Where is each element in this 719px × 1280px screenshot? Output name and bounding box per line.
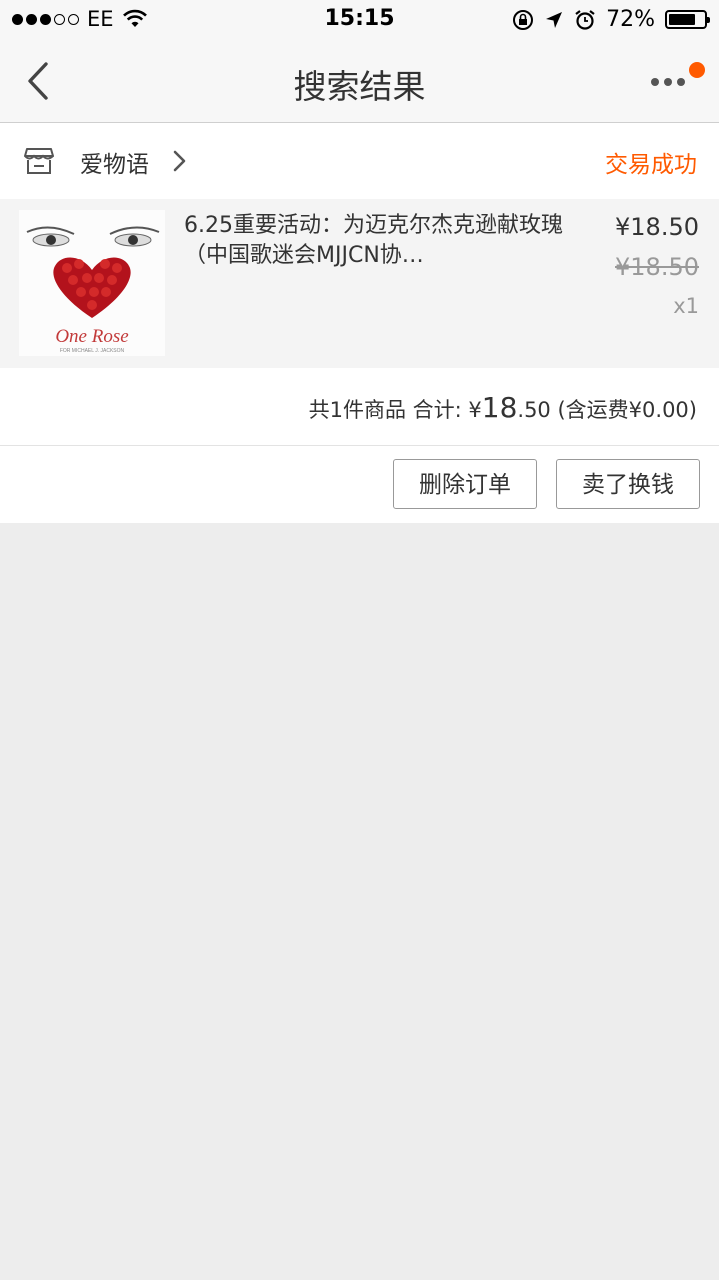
product-price: ¥18.50 [615, 213, 699, 241]
sell-for-cash-button[interactable]: 卖了换钱 [556, 459, 700, 509]
status-right: 72% [512, 7, 710, 32]
order-status: 交易成功 [605, 152, 697, 178]
item-count-text: 共1件商品 合计: ¥ [308, 398, 482, 422]
battery-percent: 72% [606, 7, 655, 32]
product-title: 6.25重要活动：为迈克尔杰克逊献玫瑰 （中国歌迷会MJJCN协… [184, 213, 563, 268]
order-summary: 共1件商品 合计: ¥18.50 (含运费¥0.00) [0, 368, 719, 446]
page-title: 搜索结果 [293, 67, 426, 106]
more-button[interactable] [651, 62, 705, 102]
status-bar: EE 15:15 72% [0, 0, 719, 40]
chevron-right-icon [173, 150, 186, 172]
order-card: 爱物语 交易成功 One Rose FOR MICHAEL J. JACKSON… [0, 123, 719, 523]
battery-icon [665, 10, 710, 29]
order-item[interactable]: One Rose FOR MICHAEL J. JACKSON 6.25重要活动… [0, 199, 719, 368]
lock-rotation-icon [513, 9, 534, 30]
delete-order-button[interactable]: 删除订单 [393, 459, 537, 509]
total-minor: .50 [517, 398, 551, 422]
navigation-bar: 搜索结果 [0, 40, 719, 123]
product-quantity: x1 [673, 294, 699, 318]
product-thumbnail: One Rose FOR MICHAEL J. JACKSON [19, 210, 165, 356]
alarm-icon [575, 9, 595, 30]
order-actions: 删除订单 卖了换钱 [0, 446, 719, 523]
product-original-price: ¥18.50 [615, 253, 699, 281]
thumbnail-caption: One Rose [55, 326, 128, 347]
shop-name: 爱物语 [80, 152, 149, 178]
shop-row[interactable]: 爱物语 交易成功 [0, 123, 719, 199]
notification-badge [689, 62, 705, 78]
shipping-text: (含运费¥0.00) [557, 398, 697, 422]
thumbnail-subcaption: FOR MICHAEL J. JACKSON [60, 348, 125, 354]
total-major: 18 [481, 391, 518, 424]
location-icon [546, 11, 563, 28]
shop-icon [24, 148, 54, 174]
order-total: 共1件商品 合计: ¥18.50 (含运费¥0.00) [309, 391, 697, 424]
